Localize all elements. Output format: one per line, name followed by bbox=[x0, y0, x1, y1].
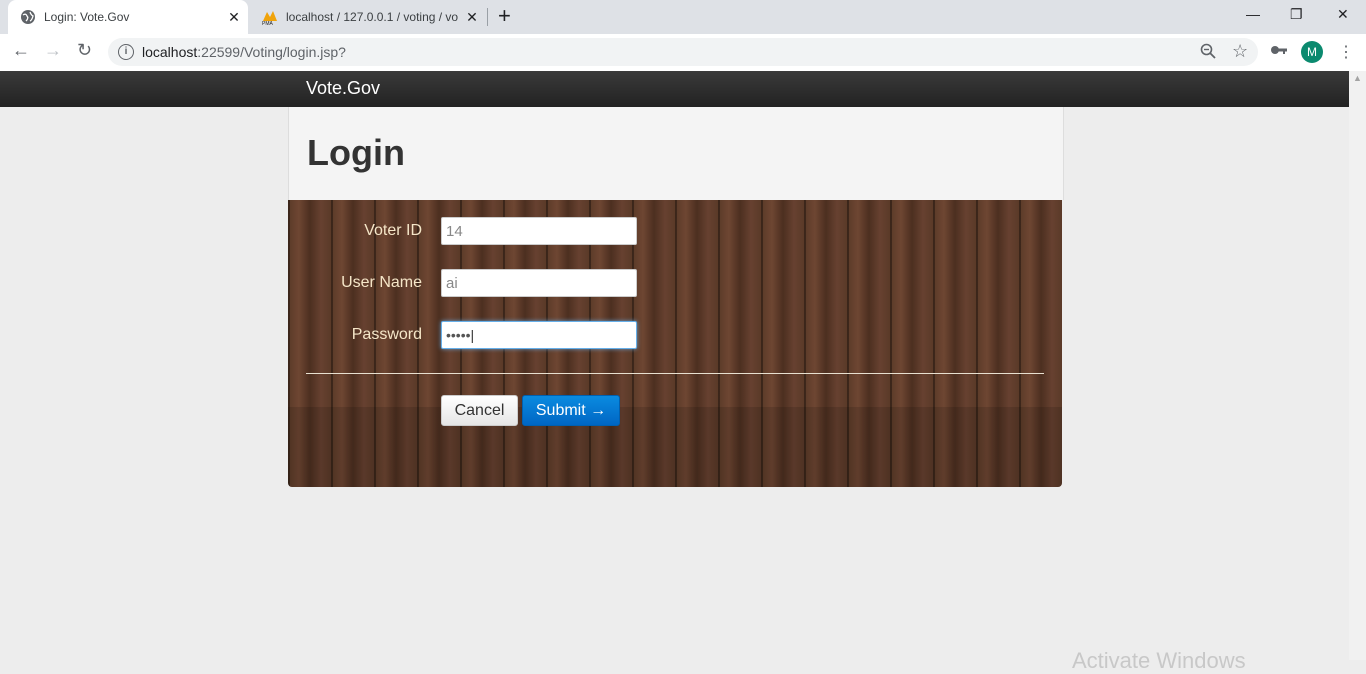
browser-toolbar: ← → ↻ i localhost:22599/Voting/login.jsp… bbox=[0, 34, 1366, 72]
new-tab-button[interactable]: + bbox=[498, 5, 511, 27]
voter-id-input[interactable] bbox=[441, 217, 637, 245]
tab-title: Login: Vote.Gov bbox=[44, 10, 130, 24]
login-form: Voter ID User Name Password •••••| Cance… bbox=[288, 200, 1062, 487]
reload-icon[interactable]: ↻ bbox=[77, 40, 92, 61]
page-scrollbar[interactable]: ▲ bbox=[1349, 71, 1366, 660]
site-brand[interactable]: Vote.Gov bbox=[306, 78, 380, 99]
zoom-icon[interactable] bbox=[1200, 43, 1216, 64]
cancel-button[interactable]: Cancel bbox=[441, 395, 518, 426]
info-icon[interactable]: i bbox=[118, 44, 134, 60]
login-panel-header: Login bbox=[288, 107, 1064, 200]
wood-band bbox=[288, 407, 1062, 487]
password-label: Password bbox=[351, 326, 422, 343]
minimize-button[interactable]: — bbox=[1246, 6, 1260, 22]
tab-login[interactable]: Login: Vote.Gov ✕ bbox=[8, 0, 248, 34]
forward-arrow-icon[interactable]: → bbox=[44, 40, 62, 61]
address-bar[interactable]: i localhost:22599/Voting/login.jsp? ☆ bbox=[108, 38, 1258, 66]
form-divider bbox=[306, 373, 1044, 374]
tab-phpmyadmin[interactable]: PMA localhost / 127.0.0.1 / voting / vo … bbox=[250, 0, 486, 34]
bookmark-star-icon[interactable]: ☆ bbox=[1232, 41, 1248, 62]
phpmyadmin-icon: PMA bbox=[262, 11, 277, 25]
svg-text:PMA: PMA bbox=[262, 21, 274, 25]
profile-avatar[interactable]: M bbox=[1301, 41, 1323, 63]
site-navbar: Vote.Gov bbox=[0, 71, 1349, 107]
password-value: ••••• bbox=[446, 327, 471, 343]
menu-kebab-icon[interactable]: ⋮ bbox=[1338, 42, 1354, 62]
close-window-button[interactable]: ✕ bbox=[1337, 6, 1349, 23]
activate-windows-watermark: Activate Windows bbox=[1072, 648, 1246, 673]
tab-separator bbox=[487, 8, 488, 26]
close-tab-icon[interactable]: ✕ bbox=[462, 9, 482, 26]
scroll-up-icon[interactable]: ▲ bbox=[1353, 73, 1362, 83]
submit-button[interactable]: Submit → bbox=[522, 395, 620, 426]
tab-strip: Login: Vote.Gov ✕ PMA localhost / 127.0.… bbox=[0, 0, 1366, 34]
page-title: Login bbox=[307, 132, 405, 173]
user-name-label: User Name bbox=[341, 274, 422, 291]
user-name-input[interactable] bbox=[441, 269, 637, 297]
tab-title: localhost / 127.0.0.1 / voting / vo bbox=[286, 10, 459, 24]
globe-icon bbox=[21, 10, 35, 24]
back-arrow-icon[interactable]: ← bbox=[12, 40, 30, 61]
voter-id-label: Voter ID bbox=[364, 222, 422, 239]
password-input[interactable]: •••••| bbox=[441, 321, 637, 349]
restore-button[interactable]: ❐ bbox=[1290, 6, 1303, 23]
close-tab-icon[interactable]: ✕ bbox=[224, 9, 244, 26]
key-icon[interactable] bbox=[1270, 43, 1288, 62]
url-text[interactable]: localhost:22599/Voting/login.jsp? bbox=[142, 44, 346, 60]
